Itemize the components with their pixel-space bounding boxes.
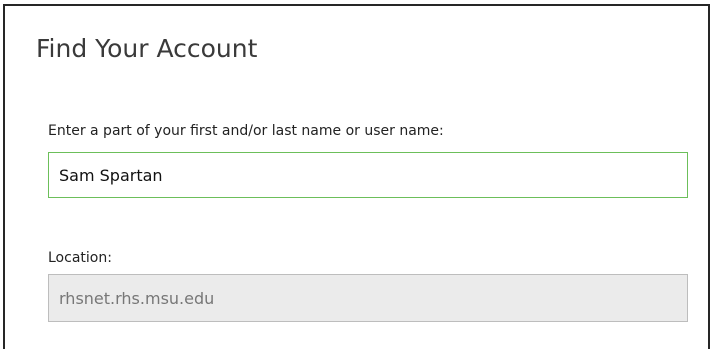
location-field-label: Location: — [48, 250, 112, 266]
page-title: Find Your Account — [36, 34, 258, 63]
location-input — [48, 274, 688, 322]
find-account-panel: Find Your Account Enter a part of your f… — [3, 4, 710, 349]
name-input[interactable] — [48, 152, 688, 198]
name-field-label: Enter a part of your first and/or last n… — [48, 123, 444, 139]
